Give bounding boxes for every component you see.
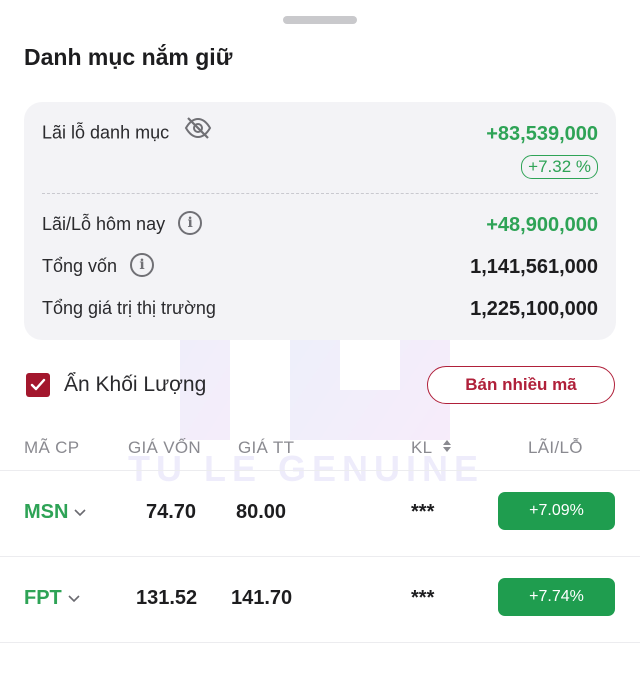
check-icon [30,378,46,391]
sell-multiple-button[interactable]: Bán nhiều mã [427,366,615,404]
table-row[interactable]: FPT 131.52 141.70 *** +7.74% [0,556,640,643]
today-pl-label: Lãi/Lỗ hôm nay [42,214,166,234]
portfolio-pl-row: Lãi lỗ danh mục [42,117,212,145]
volume-cell: *** [411,587,435,609]
market-value-value: 1,225,100,000 [470,298,598,320]
cost-price-cell: 131.52 [136,587,198,609]
table-bottom-divider [0,642,640,677]
volume-cell: *** [411,501,435,523]
cost-price-cell: 74.70 [146,501,197,523]
portfolio-pl-pct-badge: +7.32 % [521,155,598,179]
hide-volume-checkbox[interactable] [26,373,50,397]
pl-badge[interactable]: +7.74% [498,578,615,616]
market-price-cell: 80.00 [236,501,287,523]
hide-volume-label: Ẩn Khối Lượng [64,373,207,396]
portfolio-pl-value: +83,539,000 [486,123,598,145]
header-symbol[interactable]: MÃ CP [24,438,79,458]
sheet-title: Danh mục nắm giữ [24,44,233,70]
info-icon[interactable]: i [130,253,155,278]
chevron-down-icon[interactable] [74,508,87,517]
info-icon[interactable]: i [178,211,203,236]
symbol-label: FPT [24,587,62,609]
market-value-label: Tổng giá trị thị trường [42,298,216,318]
header-volume-label: KL [411,438,432,457]
capital-label: Tổng vốn [42,256,118,276]
capital-value: 1,141,561,000 [470,256,598,278]
header-cost-price[interactable]: GIÁ VỐN [128,438,201,458]
capital-row: Tổng vốn i [42,253,155,278]
header-volume[interactable]: KL [411,438,452,458]
summary-divider [42,193,598,194]
chevron-down-icon[interactable] [68,594,80,603]
symbol-cell[interactable]: FPT [24,587,80,610]
symbol-cell[interactable]: MSN [24,501,87,524]
symbol-label: MSN [24,501,69,523]
market-price-cell: 141.70 [231,587,293,609]
drag-handle[interactable] [283,16,357,24]
today-pl-row: Lãi/Lỗ hôm nay i [42,211,203,236]
hide-volume-toggle[interactable]: Ẩn Khối Lượng [26,373,206,397]
sort-icon[interactable] [442,438,452,458]
portfolio-summary-card: Lãi lỗ danh mục +83,539,000 +7.32 % Lãi/… [24,102,616,340]
pl-badge[interactable]: +7.09% [498,492,615,530]
table-row[interactable]: MSN 74.70 80.00 *** +7.09% [0,470,640,557]
header-market-price[interactable]: GIÁ TT [238,438,294,458]
today-pl-value: +48,900,000 [486,214,598,236]
header-pl[interactable]: LÃI/LỖ [528,438,583,458]
eye-off-icon[interactable] [184,116,212,145]
portfolio-pl-label: Lãi lỗ danh mục [42,122,170,143]
